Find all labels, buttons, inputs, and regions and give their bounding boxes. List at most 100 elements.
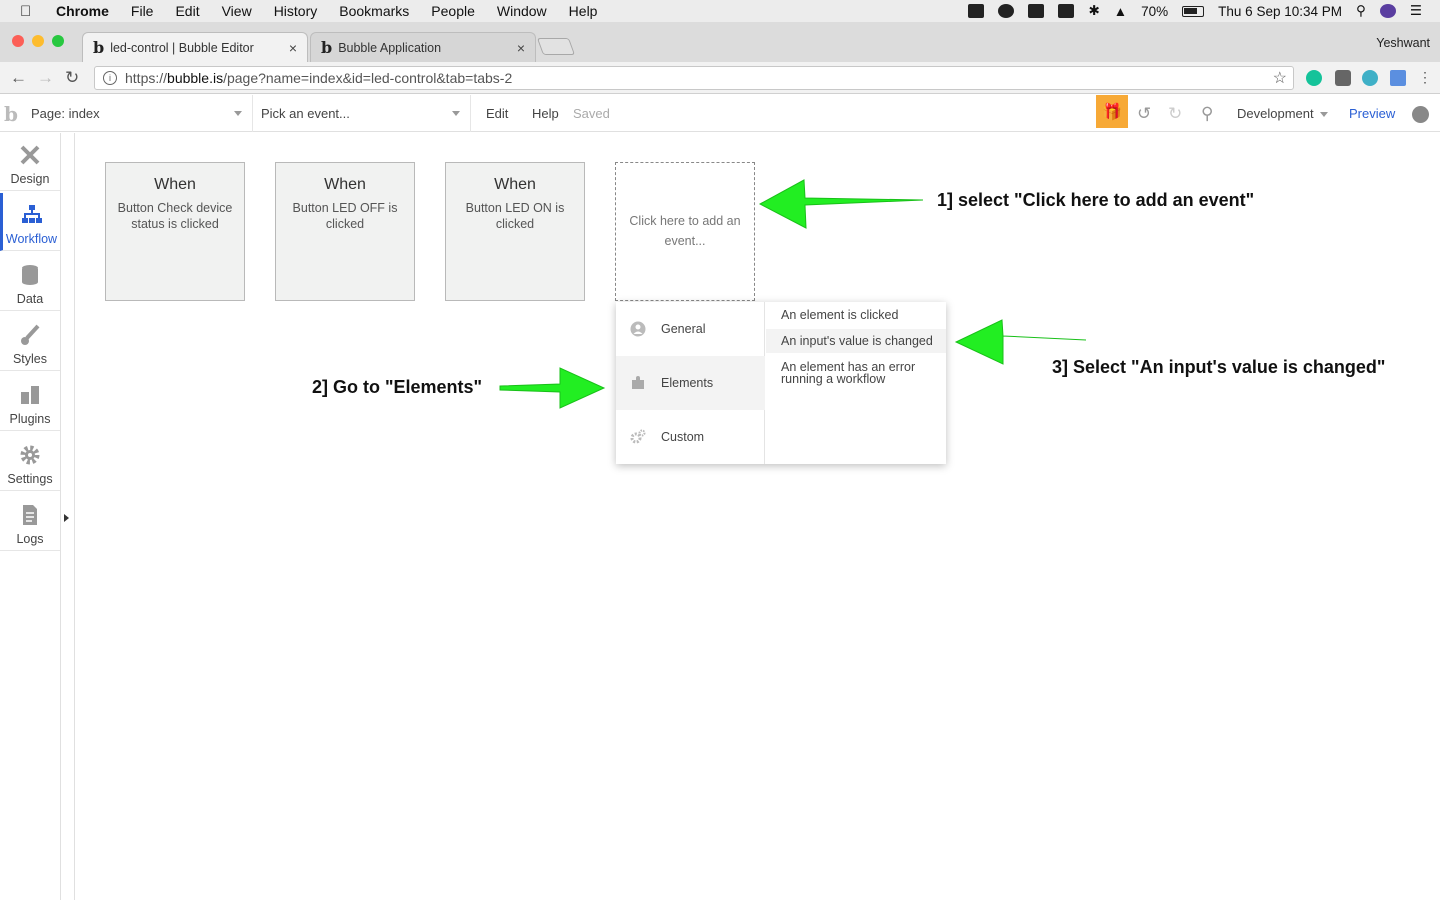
menu-history[interactable]: History bbox=[274, 3, 318, 19]
search-icon[interactable]: ⚲ bbox=[1201, 104, 1213, 124]
category-label: Custom bbox=[661, 430, 705, 444]
clock[interactable]: Thu 6 Sep 10:34 PM bbox=[1218, 4, 1342, 19]
environment-select[interactable]: Development bbox=[1237, 106, 1328, 121]
option-element-clicked[interactable]: An element is clicked bbox=[781, 309, 936, 322]
add-event-button[interactable]: Click here to add an event... bbox=[615, 162, 755, 301]
preview-button[interactable]: Preview bbox=[1349, 106, 1395, 121]
tab-close-icon[interactable]: × bbox=[289, 40, 297, 56]
event-when: When bbox=[154, 176, 196, 193]
sidebar-item-data[interactable]: Data bbox=[0, 253, 60, 311]
help-menu[interactable]: Help bbox=[532, 106, 559, 121]
editor-toolbar: b Page: index Pick an event... Edit Help… bbox=[0, 95, 1440, 132]
menu-people[interactable]: People bbox=[431, 3, 475, 19]
menu-view[interactable]: View bbox=[222, 3, 252, 19]
m-extension-icon[interactable] bbox=[1362, 70, 1378, 86]
annotation-step2: 2] Go to "Elements" bbox=[312, 377, 483, 397]
plugins-icon bbox=[21, 386, 39, 404]
page-select[interactable]: Page: index bbox=[23, 95, 253, 132]
arrow-step2 bbox=[499, 367, 606, 409]
menu-help[interactable]: Help bbox=[569, 3, 598, 19]
left-sidebar: Design Workflow Data Styles Plugins Sett… bbox=[0, 133, 61, 900]
notification-center-icon[interactable]: ☰ bbox=[1410, 3, 1422, 19]
sidebar-item-design[interactable]: Design bbox=[0, 133, 60, 191]
apple-icon[interactable]:  bbox=[20, 3, 38, 20]
url-host: bubble.is bbox=[167, 70, 224, 86]
redo-icon[interactable]: ↻ bbox=[1168, 104, 1182, 124]
sidebar-item-label: Workflow bbox=[5, 232, 58, 246]
panel-divider bbox=[74, 133, 75, 900]
browser-tabstrip: b led-control | Bubble Editor × b Bubble… bbox=[0, 22, 1440, 62]
menu-file[interactable]: File bbox=[131, 3, 154, 19]
layout-icon[interactable] bbox=[1058, 4, 1075, 18]
sidebar-item-label: Design bbox=[10, 172, 50, 186]
page-select-value: Page: index bbox=[31, 106, 100, 121]
battery-icon[interactable] bbox=[1182, 5, 1205, 17]
grammarly-extension-icon[interactable] bbox=[1306, 70, 1322, 86]
category-elements[interactable]: Elements bbox=[616, 356, 765, 410]
event-card-led-off[interactable]: When Button LED OFF is clicked bbox=[275, 162, 415, 301]
option-element-error[interactable]: An element has an error running a workfl… bbox=[781, 361, 936, 386]
tab-title: led-control | Bubble Editor bbox=[110, 40, 254, 55]
event-card-check-status[interactable]: When Button Check device status is click… bbox=[105, 162, 245, 301]
wifi-icon[interactable]: ▲ bbox=[1114, 4, 1127, 19]
spotlight-search-icon[interactable]: ⚲ bbox=[1356, 3, 1366, 19]
macos-menubar:  Chrome File Edit View History Bookmark… bbox=[0, 0, 1440, 22]
url-path: /page?name=index&id=led-control&tab=tabs… bbox=[223, 70, 513, 86]
pocket-extension-icon[interactable] bbox=[1335, 70, 1351, 86]
window-minimize-icon[interactable] bbox=[32, 35, 44, 47]
menu-window[interactable]: Window bbox=[497, 3, 547, 19]
site-info-icon[interactable]: i bbox=[103, 71, 117, 85]
drive-icon[interactable] bbox=[1028, 4, 1045, 18]
chrome-menu-icon[interactable]: ⋮ bbox=[1418, 69, 1432, 86]
reload-icon[interactable]: ↻ bbox=[65, 68, 79, 88]
sidebar-item-logs[interactable]: Logs bbox=[0, 493, 60, 551]
menu-app-name[interactable]: Chrome bbox=[56, 3, 109, 19]
tab-bubble-application[interactable]: b Bubble Application × bbox=[310, 32, 536, 62]
edit-menu[interactable]: Edit bbox=[486, 106, 508, 121]
event-type-dropdown: General Elements Custom An element is cl… bbox=[616, 302, 946, 464]
bookmark-star-icon[interactable]: ☆ bbox=[1273, 68, 1287, 88]
menu-edit[interactable]: Edit bbox=[175, 3, 199, 19]
chevron-down-icon bbox=[234, 111, 242, 116]
account-icon[interactable] bbox=[1412, 106, 1429, 123]
sidebar-item-settings[interactable]: Settings bbox=[0, 433, 60, 491]
status-tray: ✱ ▲ 70% Thu 6 Sep 10:34 PM ⚲ ☰ bbox=[968, 3, 1440, 19]
back-arrow-icon[interactable]: ← bbox=[10, 68, 27, 88]
environment-value: Development bbox=[1237, 106, 1314, 121]
address-bar[interactable]: i https:// bubble.is /page?name=index&id… bbox=[94, 66, 1294, 90]
puzzle-icon bbox=[632, 376, 644, 389]
menu-bookmarks[interactable]: Bookmarks bbox=[339, 3, 409, 19]
data-icon bbox=[22, 265, 38, 285]
bluetooth-icon[interactable]: ✱ bbox=[1088, 3, 1099, 19]
window-zoom-icon[interactable] bbox=[52, 35, 64, 47]
undo-icon[interactable]: ↺ bbox=[1137, 104, 1151, 124]
event-card-led-on[interactable]: When Button LED ON is clicked bbox=[445, 162, 585, 301]
category-general[interactable]: General bbox=[616, 302, 765, 356]
category-label: General bbox=[661, 322, 706, 336]
styles-icon bbox=[21, 324, 40, 345]
tab-close-icon[interactable]: × bbox=[517, 40, 525, 56]
profile-name[interactable]: Yeshwant bbox=[1376, 36, 1430, 50]
window-close-icon[interactable] bbox=[12, 35, 24, 47]
expand-panel-icon[interactable] bbox=[64, 514, 69, 522]
event-select[interactable]: Pick an event... bbox=[253, 95, 471, 132]
save-status: Saved bbox=[573, 106, 610, 121]
sidebar-item-styles[interactable]: Styles bbox=[0, 313, 60, 371]
new-tab-button[interactable] bbox=[536, 38, 576, 55]
workflow-icon bbox=[21, 205, 42, 223]
tab-bubble-editor[interactable]: b led-control | Bubble Editor × bbox=[82, 32, 308, 62]
bubble-logo[interactable]: b bbox=[4, 102, 18, 126]
forward-arrow-icon[interactable]: → bbox=[37, 68, 54, 88]
siri-icon[interactable] bbox=[1379, 4, 1396, 18]
sidebar-item-label: Data bbox=[16, 292, 44, 306]
sidebar-item-workflow[interactable]: Workflow bbox=[0, 193, 60, 251]
event-when: When bbox=[324, 176, 366, 193]
airmail-icon[interactable] bbox=[968, 4, 985, 18]
gift-button[interactable]: 🎁 bbox=[1096, 95, 1128, 128]
record-icon[interactable] bbox=[998, 4, 1015, 18]
sidebar-item-plugins[interactable]: Plugins bbox=[0, 373, 60, 431]
category-custom[interactable]: Custom bbox=[616, 410, 765, 464]
calendar-extension-icon[interactable] bbox=[1390, 70, 1406, 86]
event-description: Button LED ON is clicked bbox=[465, 201, 565, 231]
option-input-value-changed[interactable]: An input's value is changed bbox=[781, 335, 936, 348]
